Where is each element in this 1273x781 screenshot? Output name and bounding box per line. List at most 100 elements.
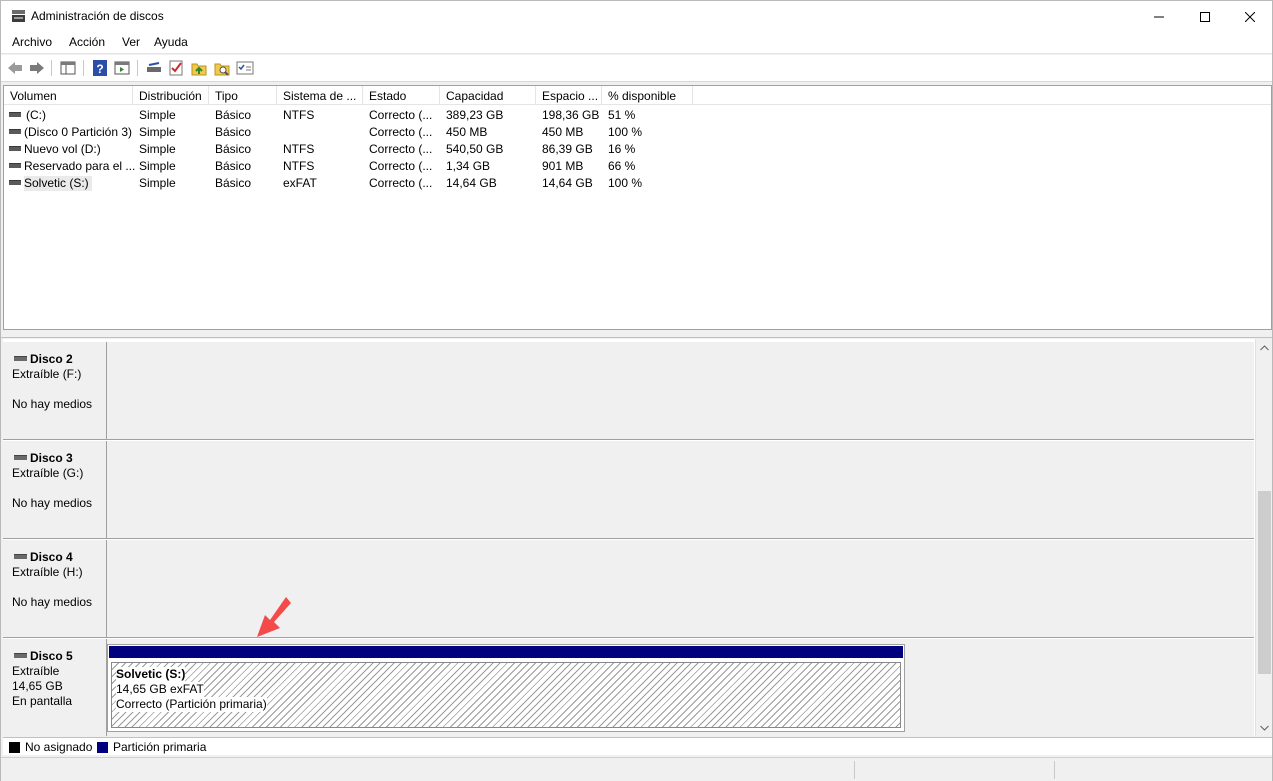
disk-type: Extraíble [12, 664, 60, 678]
cell-estado: Correcto (... [369, 176, 433, 190]
checklist-icon[interactable] [167, 59, 185, 77]
disk-status: En pantalla [12, 694, 73, 708]
cell-tipo: Básico [215, 125, 252, 139]
help-icon[interactable]: ? [91, 59, 109, 77]
disk-row-disco-5[interactable]: Disco 5 Extraíble 14,65 GB En pantalla S… [3, 639, 1254, 736]
disk-row-disco-4[interactable]: Disco 4 Extraíble (H:) No hay medios [3, 540, 1254, 638]
console-tree-icon[interactable] [59, 59, 77, 77]
cell-distribucion: Simple [139, 176, 176, 190]
disk-status: No hay medios [12, 595, 93, 609]
cell-capacidad: 1,34 GB [446, 159, 491, 173]
partition-content[interactable]: Solvetic (S:) 14,65 GB exFAT Correcto (P… [111, 662, 901, 728]
toolbar-separator [51, 60, 52, 76]
disk-management-app-icon [12, 10, 25, 22]
action-pane-icon[interactable] [113, 59, 131, 77]
volume-icon [9, 129, 21, 134]
cell-tipo: Básico [215, 176, 252, 190]
title-bar: Administración de discos [1, 1, 1272, 32]
partition-name: Solvetic (S:) [116, 667, 186, 682]
disk-status: No hay medios [12, 397, 93, 411]
column-capacidad[interactable]: Capacidad [440, 86, 536, 105]
maximize-button[interactable] [1182, 1, 1228, 32]
pane-splitter[interactable] [1, 331, 1272, 338]
properties-icon[interactable] [236, 59, 254, 77]
minimize-button[interactable] [1136, 1, 1182, 32]
chevron-up-icon [1260, 344, 1269, 350]
cell-estado: Correcto (... [369, 125, 433, 139]
cell-espacio: 86,39 GB [542, 142, 593, 156]
column-tipo[interactable]: Tipo [209, 86, 277, 105]
forward-icon[interactable] [28, 59, 46, 77]
folder-up-icon[interactable] [190, 59, 208, 77]
volume-icon [9, 180, 21, 185]
cell-estado: Correcto (... [369, 142, 433, 156]
column-porcentaje-disponible[interactable]: % disponible [602, 86, 693, 105]
window-title: Administración de discos [31, 9, 164, 23]
column-espacio-disponible[interactable]: Espacio ... [536, 86, 602, 105]
menu-accion[interactable]: Acción [65, 35, 109, 49]
disk-size: 14,65 GB [12, 679, 63, 693]
scroll-down-arrow[interactable] [1256, 719, 1272, 736]
scroll-up-arrow[interactable] [1256, 339, 1272, 356]
menu-ver[interactable]: Ver [118, 35, 144, 49]
cell-tipo: Básico [215, 159, 252, 173]
volume-icon [9, 112, 21, 117]
cell-volumen: Reservado para el ... [24, 159, 136, 173]
disk-icon [14, 554, 27, 559]
volume-row[interactable]: Reservado para el ... Simple Básico NTFS… [4, 157, 704, 174]
partition-size: 14,65 GB exFAT [116, 682, 204, 697]
volume-list-header: Volumen Distribución Tipo Sistema de ...… [4, 86, 1271, 105]
volume-row[interactable]: (Disco 0 Partición 3) Simple Básico Corr… [4, 123, 704, 140]
minimize-icon [1154, 16, 1164, 17]
cell-sistema: NTFS [283, 108, 315, 122]
disk-name: Disco 5 [30, 649, 73, 663]
cell-estado: Correcto (... [369, 159, 433, 173]
cell-sistema: NTFS [283, 159, 315, 173]
disk-type: Extraíble (H:) [12, 565, 83, 579]
svg-text:?: ? [96, 62, 103, 76]
cell-volumen: (C:) [26, 108, 46, 122]
volume-row[interactable]: Solvetic (S:) Simple Básico exFAT Correc… [4, 174, 704, 191]
cell-capacidad: 450 MB [446, 125, 488, 139]
cell-distribucion: Simple [139, 125, 176, 139]
toolbar: ? [1, 55, 1272, 82]
scroll-thumb[interactable] [1258, 491, 1271, 674]
disk-name: Disco 3 [30, 451, 73, 465]
disk-label[interactable]: Disco 3 Extraíble (G:) No hay medios [3, 441, 107, 538]
column-distribucion[interactable]: Distribución [133, 86, 209, 105]
cell-estado: Correcto (... [369, 108, 433, 122]
unallocated-swatch [9, 741, 20, 753]
partition-status: Correcto (Partición primaria) [116, 697, 267, 712]
connect-drive-icon[interactable] [145, 59, 163, 77]
folder-search-icon[interactable] [213, 59, 231, 77]
partition-solvetic[interactable]: Solvetic (S:) 14,65 GB exFAT Correcto (P… [107, 644, 905, 732]
disk-area-scrollbar[interactable] [1255, 339, 1272, 736]
cell-disponible: 51 % [608, 108, 636, 122]
disk-type: Extraíble (G:) [12, 466, 84, 480]
cell-disponible: 100 % [608, 176, 643, 190]
volume-row[interactable]: Nuevo vol (D:) Simple Básico NTFS Correc… [4, 140, 704, 157]
disk-management-window: Administración de discos Archivo Acción … [0, 0, 1273, 781]
disk-type: Extraíble (F:) [12, 367, 82, 381]
menu-archivo[interactable]: Archivo [8, 35, 56, 49]
disk-size [12, 580, 106, 595]
disk-label[interactable]: Disco 4 Extraíble (H:) No hay medios [3, 540, 107, 637]
disk-row-disco-3[interactable]: Disco 3 Extraíble (G:) No hay medios [3, 441, 1254, 539]
status-pane [854, 761, 1054, 779]
column-volumen[interactable]: Volumen [4, 86, 133, 105]
close-button[interactable] [1227, 1, 1273, 32]
disk-size [12, 382, 106, 397]
cell-volumen: (Disco 0 Partición 3) [24, 125, 133, 139]
column-estado[interactable]: Estado [363, 86, 440, 105]
volume-row[interactable]: (C:) Simple Básico NTFS Correcto (... 38… [4, 106, 704, 123]
back-icon[interactable] [6, 59, 24, 77]
column-sistema-archivos[interactable]: Sistema de ... [277, 86, 363, 105]
menu-ayuda[interactable]: Ayuda [150, 35, 192, 49]
disk-row-disco-2[interactable]: Disco 2 Extraíble (F:) No hay medios [3, 342, 1254, 440]
disk-label[interactable]: Disco 2 Extraíble (F:) No hay medios [3, 342, 107, 439]
disk-label[interactable]: Disco 5 Extraíble 14,65 GB En pantalla [3, 639, 107, 736]
cell-espacio: 901 MB [542, 159, 584, 173]
annotation-arrow-icon [257, 597, 291, 637]
cell-sistema: exFAT [283, 176, 317, 190]
disk-icon [14, 455, 27, 460]
